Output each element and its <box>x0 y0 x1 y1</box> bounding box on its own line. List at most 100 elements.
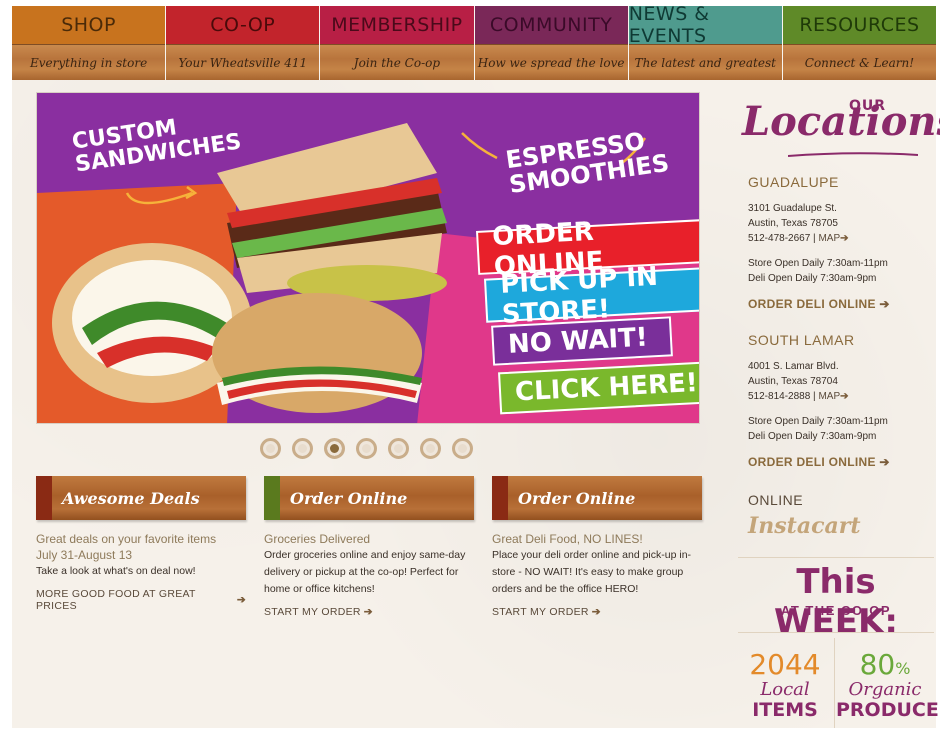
feature-subtitle: Groceries Delivered <box>264 532 371 546</box>
store-address-line2: Austin, Texas 78705 <box>748 218 838 229</box>
stats-divider <box>834 638 835 728</box>
online-label: ONLINE <box>748 492 804 508</box>
store-name: GUADALUPE <box>748 174 839 190</box>
instacart-link[interactable]: Instacart <box>748 513 861 539</box>
carousel-dot[interactable] <box>420 438 441 459</box>
feature-subtitle: Great deals on your favorite items <box>36 532 217 546</box>
title-underline <box>788 152 918 157</box>
nav-item-shop[interactable]: SHOP Everything in store <box>12 6 167 80</box>
stat-number: 2044 <box>736 648 834 681</box>
feature-subtitle: Great Deli Food, NO LINES! <box>492 532 643 546</box>
main-nav: SHOP Everything in store CO-OP Your Wheatsv… <box>12 3 937 80</box>
feature-description: Order groceries online and enjoy same-da… <box>264 549 466 595</box>
stat-label-1: Local <box>760 679 810 700</box>
nav-item-co-op[interactable]: CO-OP Your Wheatsville 411 <box>166 6 321 80</box>
locations-title-our: OUR <box>849 98 887 114</box>
hero-banner[interactable]: CUSTOM SANDWICHES ESPRESSO SMOOTHIES ORD… <box>36 92 700 424</box>
feature-title: Awesome Deals <box>62 488 200 508</box>
nav-item-membership[interactable]: MEMBERSHIP Join the Co-op <box>320 6 475 80</box>
arrow-right-icon: ➔ <box>591 606 601 618</box>
arrow-right-icon: ➔ <box>875 297 890 311</box>
nav-sublabel: Join the Co-op <box>320 44 474 80</box>
feature-title: Order Online <box>518 488 636 508</box>
deli-hours: Deli Open Daily 7:30am-9pm <box>748 273 877 284</box>
feature-description: Take a look at what's on deal now! <box>36 565 196 577</box>
stat-label-2: PRODUCE <box>836 699 939 721</box>
store-phone-line: 512-478-2667 | MAP➔ <box>748 233 849 244</box>
stat-value: 2044 <box>749 648 821 681</box>
carousel-dot[interactable] <box>324 438 345 459</box>
store-phone: 512-814-2888 <box>748 391 811 402</box>
nav-item-resources[interactable]: RESOURCES Connect & Learn! <box>782 6 937 80</box>
feature-block: Order Online Groceries Delivered Order gro… <box>264 476 474 620</box>
nav-label: COMMUNITY <box>474 6 628 44</box>
carousel-dot[interactable] <box>452 438 473 459</box>
nav-sublabel: The latest and greatest <box>628 44 782 80</box>
nav-label: SHOP <box>12 6 166 44</box>
stat-block: 80% Organic PRODUCE <box>836 648 939 721</box>
nav-sublabel: Connect & Learn! <box>782 44 937 80</box>
store-hours: Store Open Daily 7:30am-11pm <box>748 416 888 427</box>
feature-link-label: MORE GOOD FOOD AT GREAT PRICES <box>36 588 196 612</box>
this-week-subtitle: AT THE CO-OP <box>780 603 892 618</box>
order-deli-label: ORDER DELI ONLINE <box>748 297 876 311</box>
feature-header[interactable]: Order Online <box>492 476 702 520</box>
nav-item-news-events[interactable]: NEWS & EVENTS The latest and greatest <box>628 3 783 80</box>
carousel-dots <box>260 438 473 459</box>
feature-header[interactable]: Order Online <box>264 476 474 520</box>
stat-label-1: Organic <box>848 679 922 700</box>
store-phone-line: 512-814-2888 | MAP➔ <box>748 391 849 402</box>
nav-label: NEWS & EVENTS <box>628 3 782 47</box>
feature-link[interactable]: START MY ORDER ➔ <box>264 606 373 618</box>
hero-band-2[interactable]: PICK UP IN STORE! <box>483 262 699 330</box>
store-address-line1: 3101 Guadalupe St. <box>748 203 837 214</box>
carousel-dot[interactable] <box>260 438 281 459</box>
locations-sidebar: Locations OUR GUADALUPE 3101 Guadalupe St… <box>736 82 940 728</box>
store-address-line1: 4001 S. Lamar Blvd. <box>748 361 839 372</box>
map-link[interactable]: MAP <box>818 233 840 244</box>
carousel-dot[interactable] <box>292 438 313 459</box>
feature-stripe <box>492 476 508 520</box>
arrow-right-icon: ➔ <box>363 606 373 618</box>
feature-title: Order Online <box>290 488 408 508</box>
locations-title: Locations <box>742 98 940 145</box>
order-deli-link[interactable]: ORDER DELI ONLINE ➔ <box>748 297 890 311</box>
page: SHOP Everything in store CO-OP Your Wheatsv… <box>12 3 940 728</box>
feature-block: Order Online Great Deli Food, NO LINES! Pl… <box>492 476 702 620</box>
feature-date: July 31-August 13 <box>36 548 133 562</box>
order-deli-link[interactable]: ORDER DELI ONLINE ➔ <box>748 455 890 469</box>
nav-item-community[interactable]: COMMUNITY How we spread the love <box>474 6 629 80</box>
feature-header[interactable]: Awesome Deals <box>36 476 246 520</box>
arrow-right-icon: ➔ <box>840 233 849 244</box>
feature-description: Place your deli order online and pick-up… <box>492 549 692 595</box>
deli-hours: Deli Open Daily 7:30am-9pm <box>748 431 877 442</box>
map-link[interactable]: MAP <box>818 391 840 402</box>
store-hours: Store Open Daily 7:30am-11pm <box>748 258 888 269</box>
feature-block: Awesome Deals Great deals on your favorit… <box>36 476 246 612</box>
feature-link[interactable]: START MY ORDER ➔ <box>492 606 601 618</box>
feature-link[interactable]: MORE GOOD FOOD AT GREAT PRICES ➔ <box>36 588 246 612</box>
stat-block: 2044 Local ITEMS <box>736 648 834 721</box>
stat-label-2: ITEMS <box>752 699 818 721</box>
divider <box>738 632 934 633</box>
store-name: SOUTH LAMAR <box>748 332 855 348</box>
nav-sublabel: How we spread the love <box>474 44 628 80</box>
this-week-title: This WEEK: <box>774 562 898 642</box>
feature-stripe <box>264 476 280 520</box>
nav-label: RESOURCES <box>782 6 937 44</box>
carousel-dot[interactable] <box>356 438 377 459</box>
arrow-right-icon: ➔ <box>840 391 849 402</box>
arrow-right-icon: ➔ <box>875 455 890 469</box>
stat-suffix: % <box>895 659 911 678</box>
arrow-right-icon: ➔ <box>236 594 246 606</box>
nav-label: MEMBERSHIP <box>320 6 474 44</box>
nav-label: CO-OP <box>166 6 320 44</box>
feature-stripe <box>36 476 52 520</box>
store-phone: 512-478-2667 <box>748 233 811 244</box>
stat-value: 80 <box>859 648 896 681</box>
store-address-line2: Austin, Texas 78704 <box>748 376 838 387</box>
feature-link-label: START MY ORDER <box>264 606 361 618</box>
arrow-icon <box>461 132 498 160</box>
nav-sublabel: Everything in store <box>12 44 166 80</box>
carousel-dot[interactable] <box>388 438 409 459</box>
